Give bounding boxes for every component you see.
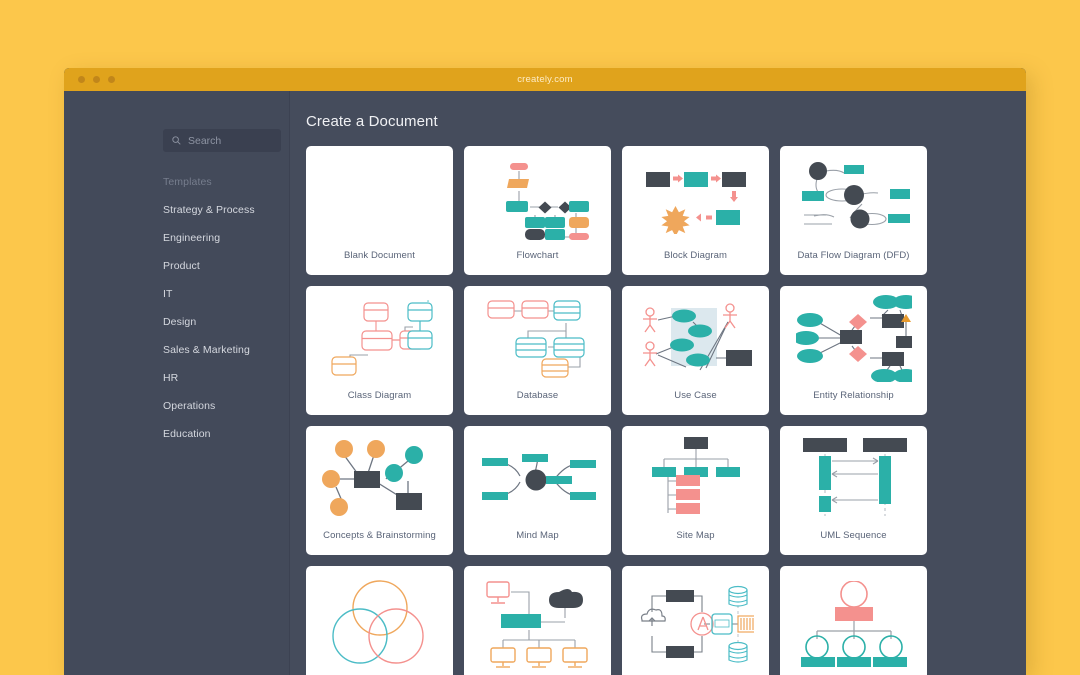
close-dot[interactable] (78, 76, 85, 83)
sidebar-section-templates: Templates (163, 176, 212, 188)
card-label: Concepts & Brainstorming (323, 530, 436, 541)
page-title: Create a Document (306, 113, 438, 130)
sidebar-item-education[interactable]: Education (163, 428, 289, 440)
sidebar-item-it[interactable]: IT (163, 288, 289, 300)
main-content: Create a Document Blank Document Flowcha… (290, 91, 1026, 675)
card-label: Blank Document (343, 250, 416, 261)
template-card-uml-sequence[interactable]: UML Sequence (780, 426, 927, 555)
card-label: Entity Relationship (813, 390, 894, 401)
class-diagram-icon (306, 286, 453, 390)
sidebar-item-hr[interactable]: HR (163, 372, 289, 384)
card-label: Mind Map (516, 530, 559, 541)
venn-diagram-icon (306, 566, 453, 675)
minimize-dot[interactable] (93, 76, 100, 83)
sidebar-nav: Templates Strategy & Process Engineering… (64, 176, 289, 440)
search-placeholder: Search (188, 134, 222, 147)
card-label: Data Flow Diagram (DFD) (797, 250, 910, 261)
search-input[interactable]: Search (163, 129, 281, 152)
sidebar-item-strategy-process[interactable]: Strategy & Process (163, 204, 289, 216)
concepts-brainstorming-icon (306, 426, 453, 530)
card-label: UML Sequence (820, 530, 887, 541)
network-diagram-icon (464, 566, 611, 675)
card-label: Class Diagram (347, 390, 412, 401)
template-grid: Blank Document Flowchart Block Diagram D… (306, 146, 1026, 675)
use-case-icon (622, 286, 769, 390)
template-card-class-diagram[interactable]: Class Diagram (306, 286, 453, 415)
template-card-flowchart[interactable]: Flowchart (464, 146, 611, 275)
sidebar-item-engineering[interactable]: Engineering (163, 232, 289, 244)
template-card-network-diagram[interactable] (464, 566, 611, 675)
browser-titlebar: creately.com (64, 68, 1026, 91)
sidebar-item-product[interactable]: Product (163, 260, 289, 272)
card-label: Block Diagram (663, 250, 728, 261)
blank-document-icon (306, 146, 453, 250)
entity-relationship-icon (780, 286, 927, 390)
card-label: Use Case (674, 390, 717, 401)
address-bar-url[interactable]: creately.com (517, 74, 573, 85)
sidebar-item-design[interactable]: Design (163, 316, 289, 328)
template-card-entity-relationship[interactable]: Entity Relationship (780, 286, 927, 415)
sidebar-item-sales-marketing[interactable]: Sales & Marketing (163, 344, 289, 356)
desktop-background: creately.com Search Templates Strategy &… (0, 0, 1080, 675)
flowchart-icon (464, 146, 611, 250)
search-icon (172, 136, 181, 145)
template-card-org-chart[interactable] (780, 566, 927, 675)
template-card-concepts-brainstorming[interactable]: Concepts & Brainstorming (306, 426, 453, 555)
window-body: Search Templates Strategy & Process Engi… (64, 91, 1026, 675)
template-card-data-flow-diagram[interactable]: Data Flow Diagram (DFD) (780, 146, 927, 275)
browser-window: creately.com Search Templates Strategy &… (64, 68, 1026, 675)
block-diagram-icon (622, 146, 769, 250)
card-label: Flowchart (516, 250, 559, 261)
maximize-dot[interactable] (108, 76, 115, 83)
sidebar: Search Templates Strategy & Process Engi… (64, 91, 290, 675)
site-map-icon (622, 426, 769, 530)
uml-sequence-icon (780, 426, 927, 530)
template-card-blank-document[interactable]: Blank Document (306, 146, 453, 275)
mind-map-icon (464, 426, 611, 530)
database-icon (464, 286, 611, 390)
card-label: Site Map (676, 530, 715, 541)
sidebar-item-operations[interactable]: Operations (163, 400, 289, 412)
template-card-database[interactable]: Database (464, 286, 611, 415)
org-chart-icon (780, 566, 927, 675)
data-flow-diagram-icon (780, 146, 927, 250)
template-card-venn-diagram[interactable] (306, 566, 453, 675)
template-card-site-map[interactable]: Site Map (622, 426, 769, 555)
template-card-mind-map[interactable]: Mind Map (464, 426, 611, 555)
template-card-block-diagram[interactable]: Block Diagram (622, 146, 769, 275)
window-traffic-lights (78, 68, 115, 91)
template-card-aws-architecture[interactable] (622, 566, 769, 675)
aws-architecture-icon (622, 566, 769, 675)
card-label: Database (516, 390, 559, 401)
template-card-use-case[interactable]: Use Case (622, 286, 769, 415)
